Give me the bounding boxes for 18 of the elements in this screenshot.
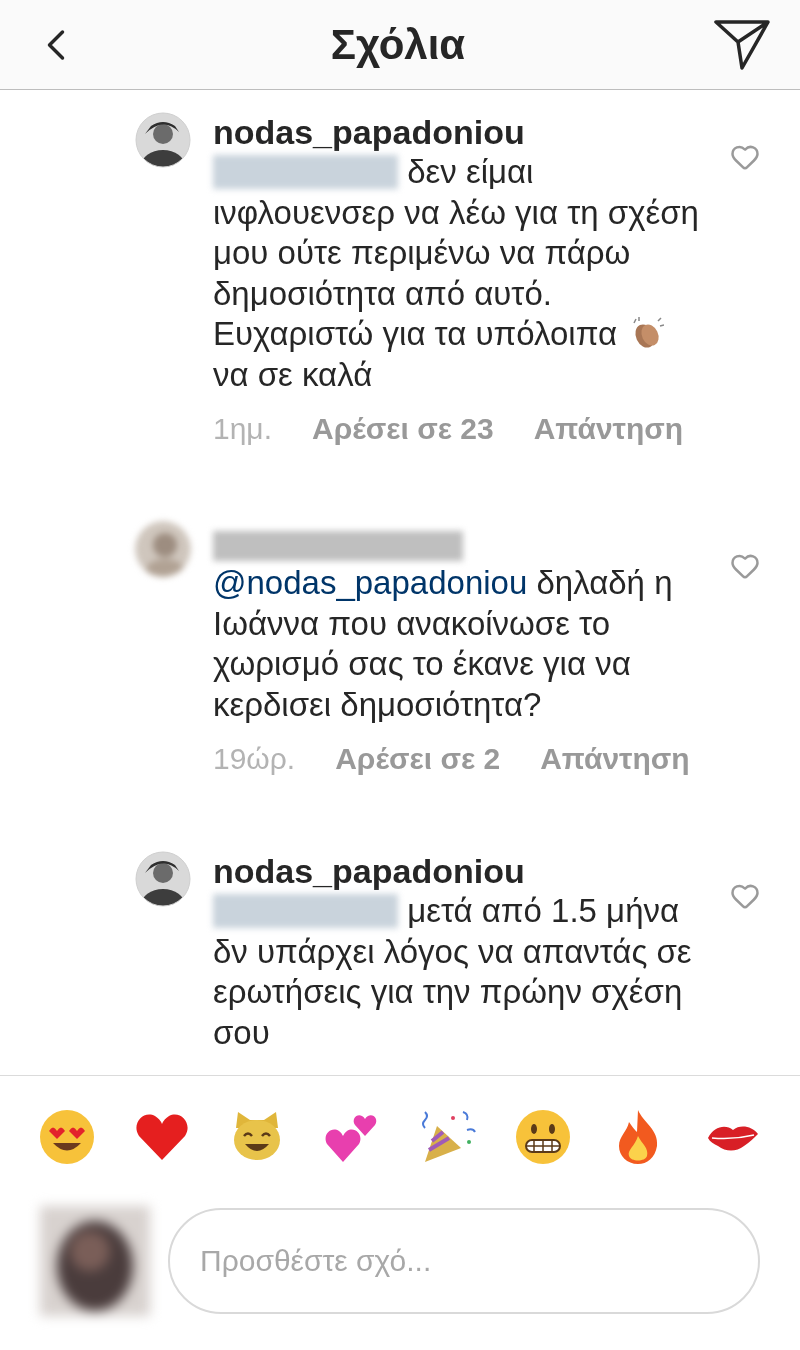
avatar-image: [135, 521, 191, 577]
send-icon[interactable]: [714, 19, 770, 70]
comment-text: @nodas_papadoniou δηλαδή η Ιωάννα που ανακοίνωσε το χωρισμό σας το έκανε για να κερδισει δημοσιότητα?: [213, 563, 674, 725]
reply-link[interactable]: Απάντηση: [540, 743, 690, 775]
likes-count[interactable]: Αρέσει σε 2: [335, 743, 501, 775]
reply-link[interactable]: Απάντηση: [533, 413, 684, 445]
likes-count[interactable]: Αρέσει σε 23: [312, 413, 494, 445]
mention-link[interactable]: @nodas_papadoniou: [213, 564, 528, 601]
comment-time: 19ώρ.: [213, 743, 296, 775]
comment-input-field[interactable]: Προσθέστε σχό...: [168, 1208, 760, 1314]
comment-time: 1ημ.: [213, 413, 272, 445]
page-title: Σχόλια: [330, 20, 466, 70]
comment-text: μετά από 1.5 μήνα δν υπάρχει λόγος να απαντάς σε ερωτήσεις για την πρώην σχέση σου: [213, 891, 693, 1053]
comment-username[interactable]: nodas_papadoniou: [213, 851, 708, 891]
heart-eyes-emoji-icon[interactable]: [38, 1108, 96, 1166]
comment-text: δεν είμαι ινφλουενσερ να λέω για τη σχέση μου ούτε περιμένω να πάρω δημοσιότητα από αυτό. Ευχαριστώ για τα υπόλοιπα να σε καλά: [213, 152, 700, 395]
grimacing-face-emoji-icon[interactable]: [513, 1108, 572, 1166]
comment-username[interactable]: nodas_papadoniou: [213, 112, 708, 152]
